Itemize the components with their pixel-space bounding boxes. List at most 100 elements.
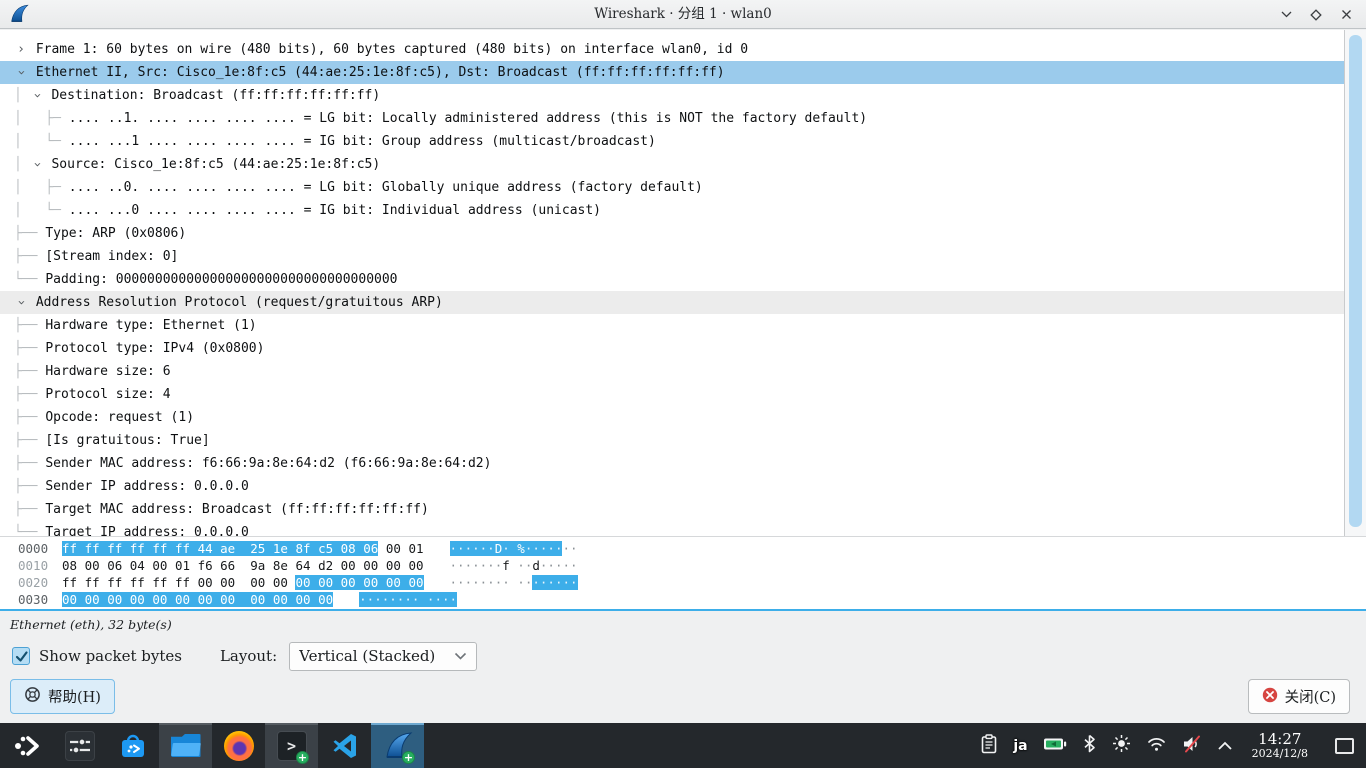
clipboard-tray-icon[interactable] bbox=[980, 734, 998, 758]
tree-row-label: .... ...0 .... .... .... .... = IG bit: … bbox=[69, 203, 601, 218]
tree-row[interactable]: │ › Destination: Broadcast (ff:ff:ff:ff:… bbox=[0, 84, 1366, 107]
taskbar: > + + ja bbox=[0, 723, 1366, 768]
tree-guide: ├── bbox=[14, 502, 45, 517]
help-button[interactable]: 帮助(H) bbox=[10, 679, 115, 714]
tree-guide: ├── bbox=[14, 479, 45, 494]
clock-widget[interactable]: 14:27 2024/12/8 bbox=[1252, 731, 1308, 760]
packet-detail-tree[interactable]: › Frame 1: 60 bytes on wire (480 bits), … bbox=[0, 30, 1366, 536]
close-button[interactable]: 关闭(C) bbox=[1248, 679, 1350, 714]
tree-row-label: Frame 1: 60 bytes on wire (480 bits), 60… bbox=[36, 42, 748, 57]
collapsed-arrow-icon[interactable]: › bbox=[14, 38, 28, 61]
tree-row-label: Protocol type: IPv4 (0x0800) bbox=[45, 341, 264, 356]
layout-select[interactable]: Vertical (Stacked) bbox=[289, 642, 477, 671]
tree-row[interactable]: │ ├─ .... ..0. .... .... .... .... = LG … bbox=[0, 176, 1366, 199]
tree-row[interactable]: › Address Resolution Protocol (request/g… bbox=[0, 291, 1366, 314]
expanded-arrow-icon[interactable]: › bbox=[25, 89, 48, 103]
app-launcher-button[interactable] bbox=[0, 723, 53, 768]
show-packet-bytes-label: Show packet bytes bbox=[39, 647, 182, 665]
tree-row-label: Address Resolution Protocol (request/gra… bbox=[36, 295, 443, 310]
hex-offset: 0000 bbox=[0, 540, 48, 557]
layout-label: Layout: bbox=[220, 647, 277, 665]
tree-row[interactable]: │ └─ .... ...1 .... .... .... .... = IG … bbox=[0, 130, 1366, 153]
tree-row[interactable]: │ ├─ .... ..1. .... .... .... .... = LG … bbox=[0, 107, 1366, 130]
battery-tray-icon[interactable] bbox=[1043, 736, 1067, 755]
titlebar: Wireshark · 分组 1 · wlan0 bbox=[0, 0, 1366, 29]
tree-row[interactable]: ├── Type: ARP (0x0806) bbox=[0, 222, 1366, 245]
bluetooth-tray-icon[interactable] bbox=[1082, 734, 1097, 757]
tree-row[interactable]: ├── Protocol type: IPv4 (0x0800) bbox=[0, 337, 1366, 360]
packet-bytes-pane[interactable]: 0000 ff ff ff ff ff ff 44 ae 25 1e 8f c5 … bbox=[0, 536, 1366, 611]
tree-row[interactable]: ├── [Stream index: 0] bbox=[0, 245, 1366, 268]
tree-guide: ├── bbox=[14, 410, 45, 425]
expanded-arrow-icon[interactable]: › bbox=[25, 158, 48, 172]
hex-ascii[interactable]: ······D· %······· bbox=[450, 540, 578, 557]
tree-guide: └── bbox=[14, 272, 45, 287]
hex-bytes[interactable]: 08 00 06 04 00 01 f6 66 9a 8e 64 d2 00 0… bbox=[62, 557, 424, 574]
tree-row-label: Destination: Broadcast (ff:ff:ff:ff:ff:f… bbox=[51, 88, 380, 103]
tree-row[interactable]: › Frame 1: 60 bytes on wire (480 bits), … bbox=[0, 38, 1366, 61]
hex-row[interactable]: 001008 00 06 04 00 01 f6 66 9a 8e 64 d2 … bbox=[0, 557, 1366, 574]
close-window-button[interactable] bbox=[1338, 7, 1354, 23]
tree-row-label: .... ..1. .... .... .... .... = LG bit: … bbox=[69, 111, 867, 126]
tree-row[interactable]: ├── Protocol size: 4 bbox=[0, 383, 1366, 406]
taskbar-item-terminal[interactable]: > + bbox=[265, 723, 318, 768]
hex-ascii[interactable]: ········ ···· bbox=[359, 591, 457, 608]
tree-row[interactable]: ├── Sender IP address: 0.0.0.0 bbox=[0, 475, 1366, 498]
tree-guide: │ └─ bbox=[14, 203, 69, 218]
selected-field-status: Ethernet (eth), 32 byte(s) bbox=[10, 617, 172, 632]
tree-row-label: [Is gratuitous: True] bbox=[45, 433, 209, 448]
tree-row[interactable]: ├── Hardware size: 6 bbox=[0, 360, 1366, 383]
tree-row-label: Target MAC address: Broadcast (ff:ff:ff:… bbox=[45, 502, 429, 517]
hex-row[interactable]: 0000 ff ff ff ff ff ff 44 ae 25 1e 8f c5 … bbox=[0, 540, 1366, 557]
wireshark-new-badge: + bbox=[402, 751, 415, 764]
tree-row-label: .... ..0. .... .... .... .... = LG bit: … bbox=[69, 180, 703, 195]
show-desktop-button[interactable] bbox=[1335, 738, 1354, 754]
tree-row-label: Opcode: request (1) bbox=[45, 410, 194, 425]
tree-row[interactable]: ├── Sender MAC address: f6:66:9a:8e:64:d… bbox=[0, 452, 1366, 475]
taskbar-item-wireshark[interactable]: + bbox=[371, 723, 424, 768]
taskbar-item-settings[interactable] bbox=[53, 723, 106, 768]
tree-row[interactable]: ├── Hardware type: Ethernet (1) bbox=[0, 314, 1366, 337]
hex-ascii[interactable]: ········ ········ bbox=[450, 574, 578, 591]
input-method-indicator[interactable]: ja bbox=[1013, 738, 1027, 754]
tree-row-label: Hardware type: Ethernet (1) bbox=[45, 318, 256, 333]
tree-row[interactable]: │ › Source: Cisco_1e:8f:c5 (44:ae:25:1e:… bbox=[0, 153, 1366, 176]
hex-offset: 0030 bbox=[0, 591, 48, 608]
show-packet-bytes-checkbox[interactable] bbox=[12, 647, 30, 665]
tree-scrollbar[interactable] bbox=[1344, 30, 1366, 536]
tree-row[interactable]: └── Padding: 000000000000000000000000000… bbox=[0, 268, 1366, 291]
tree-row[interactable]: │ └─ .... ...0 .... .... .... .... = IG … bbox=[0, 199, 1366, 222]
taskbar-item-vscode[interactable] bbox=[318, 723, 371, 768]
hex-bytes[interactable]: 00 00 00 00 00 00 00 00 00 00 00 00 bbox=[62, 591, 333, 608]
maximize-button[interactable] bbox=[1308, 7, 1324, 23]
tray-expand-icon[interactable] bbox=[1217, 736, 1233, 755]
tree-row-label: Protocol size: 4 bbox=[45, 387, 170, 402]
tree-row[interactable]: ├── [Is gratuitous: True] bbox=[0, 429, 1366, 452]
tree-guide: │ ├─ bbox=[14, 111, 69, 126]
minimize-button[interactable] bbox=[1278, 7, 1294, 23]
folder-icon bbox=[171, 734, 201, 757]
tree-scrollbar-thumb[interactable] bbox=[1349, 35, 1362, 527]
taskbar-item-file-manager[interactable] bbox=[159, 723, 212, 768]
tree-row-label: Sender MAC address: f6:66:9a:8e:64:d2 (f… bbox=[45, 456, 491, 471]
expanded-arrow-icon[interactable]: › bbox=[10, 66, 33, 80]
taskbar-item-discover[interactable] bbox=[106, 723, 159, 768]
tree-row[interactable]: ├── Opcode: request (1) bbox=[0, 406, 1366, 429]
taskbar-item-firefox[interactable] bbox=[212, 723, 265, 768]
hex-bytes[interactable]: ff ff ff ff ff ff 44 ae 25 1e 8f c5 08 0… bbox=[62, 540, 424, 557]
expanded-arrow-icon[interactable]: › bbox=[10, 296, 33, 310]
tree-row[interactable]: ├── Target MAC address: Broadcast (ff:ff… bbox=[0, 498, 1366, 521]
hex-bytes[interactable]: ff ff ff ff ff ff 00 00 00 00 00 00 00 0… bbox=[62, 574, 424, 591]
tree-row[interactable]: › Ethernet II, Src: Cisco_1e:8f:c5 (44:a… bbox=[0, 61, 1366, 84]
brightness-tray-icon[interactable] bbox=[1112, 734, 1131, 757]
tree-row-label: Source: Cisco_1e:8f:c5 (44:ae:25:1e:8f:c… bbox=[51, 157, 380, 172]
hex-ascii[interactable]: ·······f ··d····· bbox=[450, 557, 578, 574]
hex-row[interactable]: 0030 00 00 00 00 00 00 00 00 00 00 00 00 ·… bbox=[0, 591, 1366, 608]
tree-guide: │ └─ bbox=[14, 134, 69, 149]
wifi-tray-icon[interactable] bbox=[1146, 735, 1167, 756]
tree-guide: ├── bbox=[14, 433, 45, 448]
volume-muted-tray-icon[interactable] bbox=[1182, 735, 1202, 757]
tree-row[interactable]: └── Target IP address: 0.0.0.0 bbox=[0, 521, 1366, 536]
hex-row[interactable]: 0020ff ff ff ff ff ff 00 00 00 00 00 00 … bbox=[0, 574, 1366, 591]
close-circle-icon bbox=[1262, 687, 1278, 707]
